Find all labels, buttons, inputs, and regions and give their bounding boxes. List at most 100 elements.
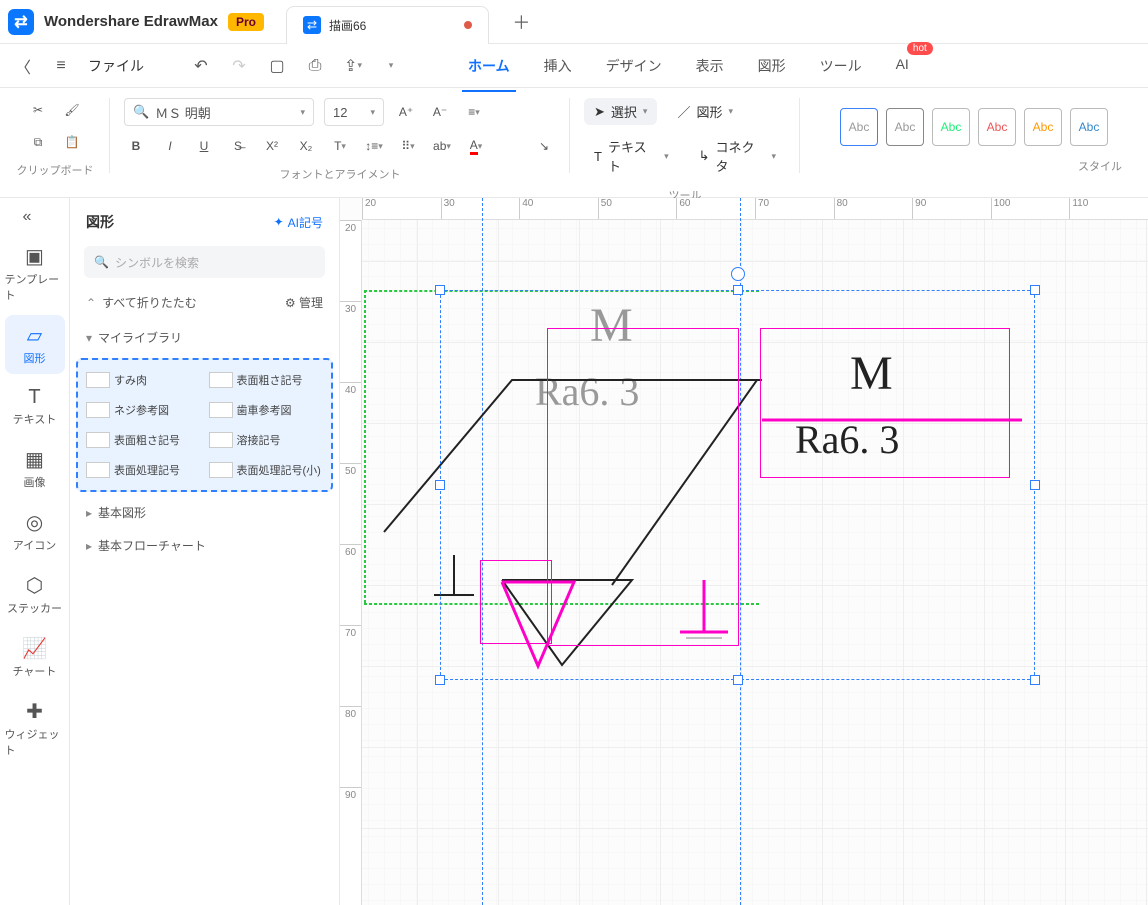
section-flow[interactable]: ▸基本フローチャート (70, 529, 339, 562)
pro-badge: Pro (228, 13, 264, 31)
style-6[interactable]: Abc (1070, 108, 1108, 146)
format-painter-button[interactable]: 🖌 (60, 98, 84, 122)
style-3[interactable]: Abc (932, 108, 970, 146)
resize-handle-n[interactable] (733, 285, 743, 295)
mylib-label: マイライブラリ (98, 331, 182, 345)
bullet-button[interactable]: ⠿▾ (396, 134, 420, 158)
selection-box[interactable] (440, 290, 1035, 680)
rail-shapes[interactable]: ▱図形 (5, 315, 65, 374)
style-4[interactable]: Abc (978, 108, 1016, 146)
file-menu[interactable]: ファイル (88, 56, 144, 76)
menu-insert[interactable]: 挿入 (542, 52, 574, 80)
lib-item-3[interactable]: 歯車参考図 (207, 396, 326, 424)
align-button[interactable]: ≡▾ (462, 100, 486, 124)
resize-handle-ne[interactable] (1030, 285, 1040, 295)
rail-text[interactable]: Tテキスト (5, 378, 65, 435)
lib-item-2[interactable]: ネジ参考図 (84, 396, 203, 424)
back-button[interactable]: 〈 (12, 55, 34, 77)
hamburger-icon[interactable]: ≡ (50, 55, 72, 77)
menu-view[interactable]: 表示 (694, 52, 726, 80)
size-select[interactable]: 12▾ (324, 98, 384, 126)
app-title: Wondershare EdrawMax (44, 13, 218, 30)
symbol-search[interactable]: 🔍 シンボルを検索 (84, 246, 325, 278)
widget-icon: ✚ (26, 699, 43, 724)
strike-button[interactable]: S̶ (226, 134, 250, 158)
rotate-handle[interactable] (731, 267, 745, 281)
manage-button[interactable]: ⚙ 管理 (285, 294, 323, 311)
resize-handle-s[interactable] (733, 675, 743, 685)
document-tab[interactable]: ⇄ 描画66 (286, 6, 489, 44)
redo-button[interactable]: ↷ (228, 55, 250, 77)
style-5[interactable]: Abc (1024, 108, 1062, 146)
subscript-button[interactable]: X₂ (294, 134, 318, 158)
lib-thumb (209, 432, 233, 448)
lib-item-0[interactable]: すみ肉 (84, 366, 203, 394)
collapse-rail-button[interactable]: « (23, 208, 47, 232)
copy-button[interactable]: ⧉ (26, 130, 50, 154)
style-1[interactable]: Abc (840, 108, 878, 146)
superscript-button[interactable]: X² (260, 134, 284, 158)
rail-image[interactable]: ▦画像 (5, 439, 65, 498)
menu-shapes[interactable]: 図形 (756, 52, 788, 80)
shape-tool[interactable]: ／ 図形 ▾ (667, 98, 743, 125)
lib-item-1[interactable]: 表面粗さ記号 (207, 366, 326, 394)
highlight-button[interactable]: ab▾ (430, 134, 454, 158)
group-expand-icon[interactable]: ↘ (532, 134, 556, 158)
text-tool[interactable]: T テキスト ▾ (584, 133, 679, 179)
resize-handle-se[interactable] (1030, 675, 1040, 685)
export-button[interactable]: ⇪▾ (342, 55, 364, 77)
search-placeholder: シンボルを検索 (115, 254, 199, 271)
ruler-tick: 90 (912, 198, 991, 219)
style-2[interactable]: Abc (886, 108, 924, 146)
ai-symbol-button[interactable]: ✦ AI記号 (274, 214, 323, 231)
lib-item-6[interactable]: 表面処理記号 (84, 456, 203, 484)
increase-font-button[interactable]: A⁺ (394, 100, 418, 124)
new-tab-button[interactable]: ＋ (509, 10, 533, 34)
case-button[interactable]: T▾ (328, 134, 352, 158)
connector-tool[interactable]: ↳ コネクタ ▾ (689, 133, 786, 179)
decrease-font-button[interactable]: A⁻ (428, 100, 452, 124)
underline-button[interactable]: U (192, 134, 216, 158)
chart-icon: 📈 (22, 636, 47, 661)
resize-handle-e[interactable] (1030, 480, 1040, 490)
rail-sticker[interactable]: ⬡ステッカー (5, 565, 65, 624)
resize-handle-sw[interactable] (435, 675, 445, 685)
lib-item-4[interactable]: 表面粗さ記号 (84, 426, 203, 454)
ruler-tick: 40 (519, 198, 598, 219)
font-color-button[interactable]: A▾ (464, 134, 488, 158)
rail-template[interactable]: ▣テンプレート (5, 236, 65, 311)
ruler-tick: 80 (340, 706, 361, 787)
section-mylib[interactable]: ▾マイライブラリ (70, 321, 339, 354)
resize-handle-w[interactable] (435, 480, 445, 490)
menu-tools[interactable]: ツール (818, 52, 864, 80)
print-button[interactable]: ⎙ (304, 55, 326, 77)
resize-handle-nw[interactable] (435, 285, 445, 295)
lib-item-7[interactable]: 表面処理記号(小) (207, 456, 326, 484)
paste-button[interactable]: 📋 (60, 130, 84, 154)
group-style-label: スタイル (1078, 158, 1122, 174)
bold-button[interactable]: B (124, 134, 148, 158)
rail-widget[interactable]: ✚ウィジェット (5, 691, 65, 766)
more-button[interactable]: ▾ (380, 55, 402, 77)
shapes-icon: ▱ (27, 323, 42, 348)
app-icon: ⇄ (8, 9, 34, 35)
save-button[interactable]: ▢ (266, 55, 288, 77)
italic-button[interactable]: I (158, 134, 182, 158)
lib-item-5[interactable]: 溶接記号 (207, 426, 326, 454)
rail-chart[interactable]: 📈チャート (5, 628, 65, 687)
sticker-icon: ⬡ (26, 573, 43, 598)
section-basic[interactable]: ▸基本図形 (70, 496, 339, 529)
undo-button[interactable]: ↶ (190, 55, 212, 77)
fold-all-button[interactable]: ⌃すべて折りたたむ (86, 294, 197, 311)
menu-home[interactable]: ホーム (466, 52, 512, 80)
menu-ai[interactable]: AI hot (894, 52, 911, 80)
line-spacing-button[interactable]: ↕≡▾ (362, 134, 386, 158)
rail-icon[interactable]: ◎アイコン (5, 502, 65, 561)
canvas[interactable]: 20 30 40 50 60 70 80 90 100 110 20 30 40… (340, 198, 1148, 905)
lib-item-label: 溶接記号 (237, 432, 281, 448)
cut-button[interactable]: ✂ (26, 98, 50, 122)
font-name: ＭＳ 明朝 (155, 103, 211, 122)
menu-design[interactable]: デザイン (604, 52, 664, 80)
select-tool[interactable]: ➤ 選択 ▾ (584, 98, 657, 125)
font-select[interactable]: 🔍 ＭＳ 明朝▾ (124, 98, 314, 126)
